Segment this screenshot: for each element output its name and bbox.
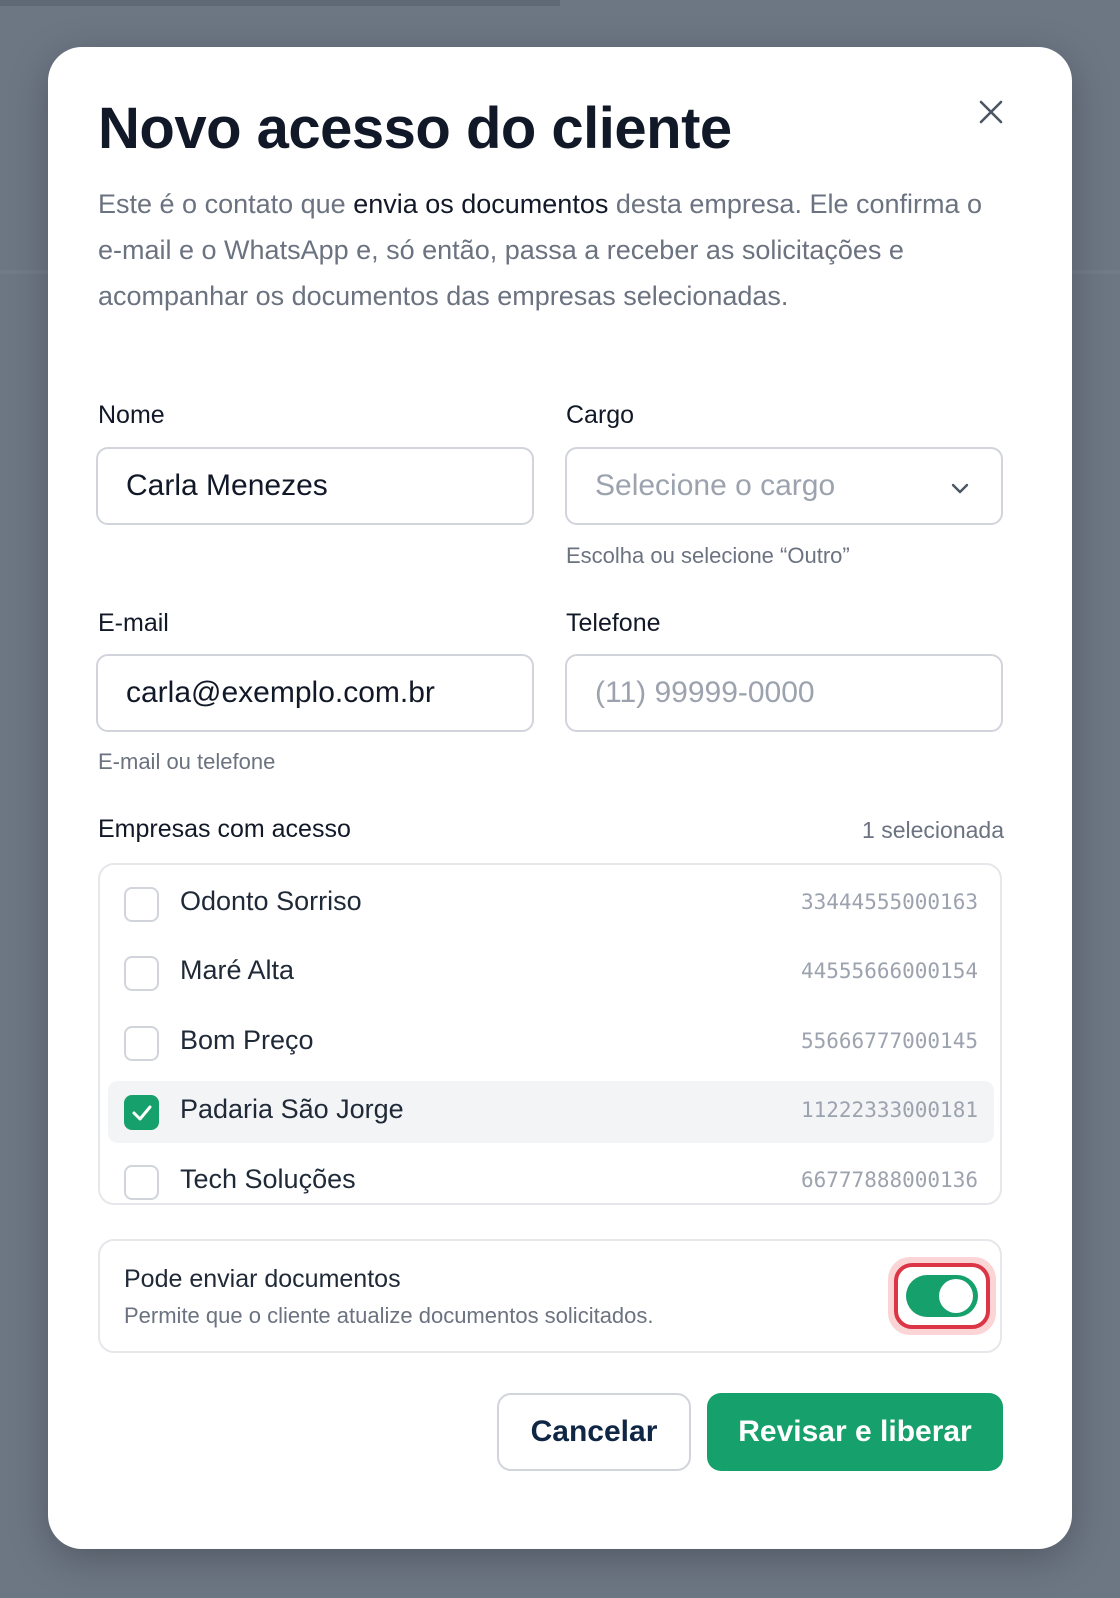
company-row-selected[interactable]: Padaria São Jorge 11222333000181 xyxy=(108,1081,994,1143)
permission-description: Permite que o cliente atualize documento… xyxy=(124,1303,654,1328)
company-row[interactable]: Maré Alta 44555666000154 xyxy=(108,942,994,1004)
email-input[interactable]: carla@exemplo.com.br xyxy=(96,654,534,732)
company-name: Bom Preço xyxy=(180,1025,314,1055)
company-checkbox[interactable] xyxy=(124,1026,159,1061)
role-select-placeholder: Selecione o cargo xyxy=(595,469,836,502)
role-select[interactable]: Selecione o cargo xyxy=(565,447,1003,525)
phone-input-placeholder: (11) 99999-0000 xyxy=(595,676,815,709)
phone-label: Telefone xyxy=(566,609,661,637)
checkmark-icon xyxy=(132,1105,152,1121)
new-client-access-modal: Novo acesso do cliente Este é o contato … xyxy=(48,47,1072,1549)
toggle-focus-outline xyxy=(894,1263,990,1329)
name-label: Nome xyxy=(98,401,165,429)
company-checkbox[interactable] xyxy=(124,887,159,922)
background-topbar xyxy=(0,0,560,6)
company-row[interactable]: Tech Soluções 66777888000136 xyxy=(108,1151,994,1203)
phone-input[interactable]: (11) 99999-0000 xyxy=(565,654,1003,732)
permission-title: Pode enviar documentos xyxy=(124,1265,401,1293)
company-checkbox[interactable] xyxy=(124,956,159,991)
description-text-start: Este é o contato que xyxy=(98,189,354,219)
chevron-down-icon xyxy=(951,483,969,494)
email-label: E-mail xyxy=(98,609,169,637)
description-emphasis: envia os documentos xyxy=(353,189,609,219)
company-cnpj: 11222333000181 xyxy=(800,1098,978,1122)
toggle-knob xyxy=(939,1279,973,1313)
company-name: Odonto Sorriso xyxy=(180,886,362,916)
upload-permission-toggle[interactable] xyxy=(906,1275,978,1317)
company-cnpj: 44555666000154 xyxy=(800,959,978,983)
company-name: Maré Alta xyxy=(180,955,295,985)
company-name: Padaria São Jorge xyxy=(180,1094,404,1124)
role-helper-text: Escolha ou selecione “Outro” xyxy=(566,543,850,568)
company-cnpj: 33444555000163 xyxy=(800,890,978,914)
email-input-value: carla@exemplo.com.br xyxy=(126,676,435,709)
review-and-release-button[interactable]: Revisar e liberar xyxy=(707,1393,1003,1471)
companies-selected-count: 1 selecionada xyxy=(862,817,1004,843)
toggle-focus-ring xyxy=(888,1257,996,1335)
modal-description: Este é o contato que envia os documentos… xyxy=(98,181,998,319)
company-row[interactable]: Bom Preço 55666777000145 xyxy=(108,1012,994,1074)
role-label: Cargo xyxy=(566,401,635,429)
name-input[interactable]: Carla Menezes xyxy=(96,447,534,525)
upload-permission-card: Pode enviar documentos Permite que o cli… xyxy=(98,1239,1002,1353)
company-cnpj: 66777888000136 xyxy=(800,1168,978,1192)
modal-title: Novo acesso do cliente xyxy=(98,96,732,161)
company-checkbox-checked[interactable] xyxy=(124,1095,159,1130)
close-button[interactable] xyxy=(970,91,1012,133)
companies-label: Empresas com acesso xyxy=(98,815,351,843)
companies-list[interactable]: Odonto Sorriso 33444555000163 Maré Alta … xyxy=(98,863,1002,1205)
name-input-value: Carla Menezes xyxy=(126,469,328,502)
company-checkbox[interactable] xyxy=(124,1165,159,1200)
company-name: Tech Soluções xyxy=(180,1164,356,1194)
close-icon xyxy=(979,100,1003,124)
company-cnpj: 55666777000145 xyxy=(800,1029,978,1053)
email-helper-text: E-mail ou telefone xyxy=(98,749,276,774)
cancel-button[interactable]: Cancelar xyxy=(497,1393,691,1471)
company-row[interactable]: Odonto Sorriso 33444555000163 xyxy=(108,873,994,935)
